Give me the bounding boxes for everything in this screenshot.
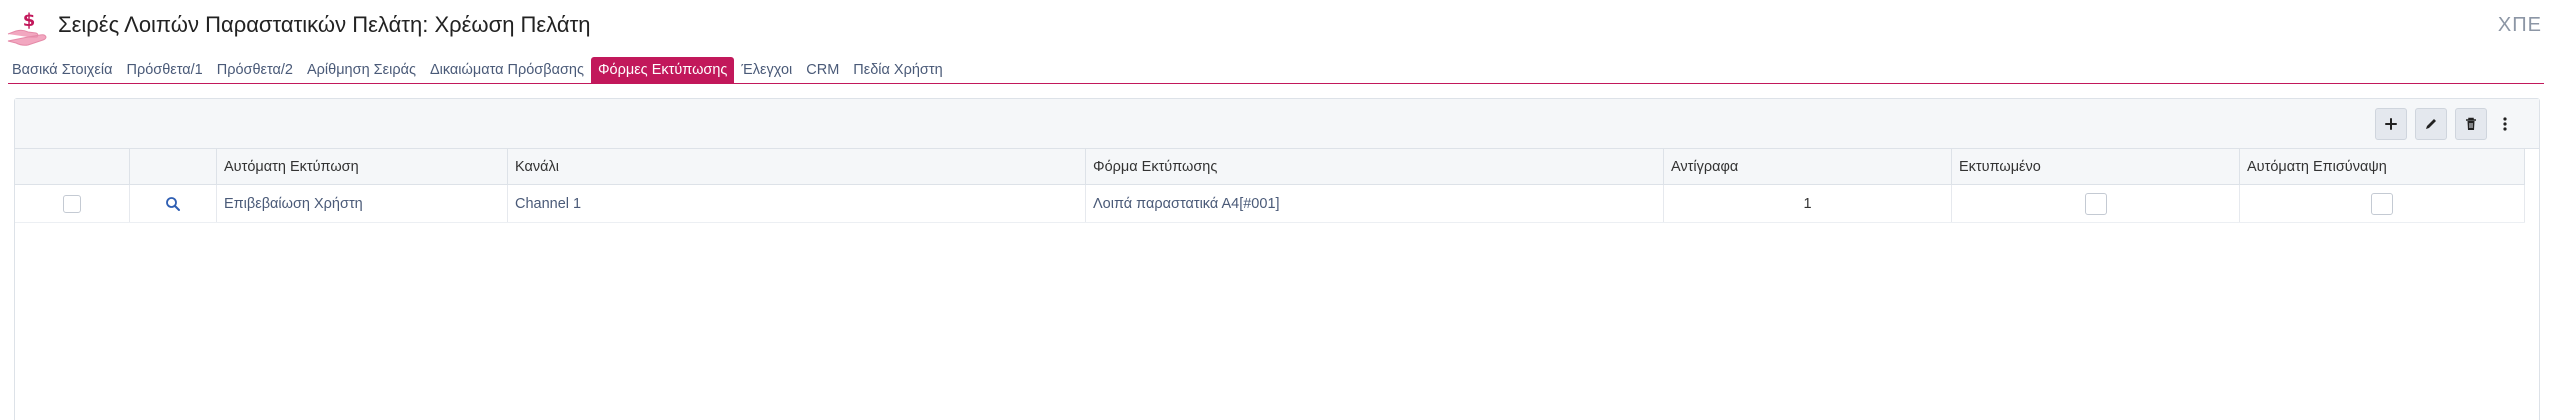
copies-cell[interactable]: 1: [1664, 185, 1952, 222]
auto-attach-cell: [2240, 185, 2525, 222]
trash-icon: [2466, 117, 2476, 130]
tab-crm[interactable]: CRM: [799, 57, 846, 83]
printed-cell: [1952, 185, 2240, 222]
tab-basic-info[interactable]: Βασικά Στοιχεία: [8, 57, 119, 83]
auto-attach-checkbox[interactable]: [2371, 192, 2393, 215]
header-auto-print[interactable]: Αυτόματη Εκτύπωση: [217, 149, 508, 184]
row-lookup-cell: [130, 185, 217, 222]
channel-cell[interactable]: Channel 1: [508, 185, 1086, 222]
tab-access-rights[interactable]: Δικαιώματα Πρόσβασης: [423, 57, 591, 83]
printed-checkbox[interactable]: [2084, 192, 2107, 215]
page-title: Σειρές Λοιπών Παραστατικών Πελάτη: Χρέωσ…: [58, 12, 591, 37]
search-icon[interactable]: [165, 196, 181, 212]
tab-additional-1[interactable]: Πρόσθετα/1: [119, 57, 209, 83]
row-select-cell: [15, 185, 130, 222]
header-select: [15, 149, 130, 184]
tab-additional-2[interactable]: Πρόσθετα/2: [210, 57, 300, 83]
delete-button[interactable]: [2455, 108, 2487, 140]
series-code: ΧΠΕ: [2497, 14, 2542, 36]
edit-button[interactable]: [2415, 108, 2447, 140]
grid-toolbar: [15, 99, 2539, 149]
table-row[interactable]: Επιβεβαίωση Χρήστη Channel 1 Λοιπά παρασ…: [15, 185, 2525, 223]
tab-series-numbering[interactable]: Αρίθμηση Σειράς: [300, 57, 423, 83]
tab-checks[interactable]: Έλεγχοι: [734, 57, 799, 83]
row-select-checkbox[interactable]: [63, 194, 81, 213]
page-header: $ Σειρές Λοιπών Παραστατικών Πελάτη: Χρέ…: [0, 0, 2552, 56]
header-copies[interactable]: Αντίγραφα: [1664, 149, 1952, 184]
print-form-cell[interactable]: Λοιπά παραστατικά Α4[#001]: [1086, 185, 1664, 222]
header-channel[interactable]: Κανάλι: [508, 149, 1086, 184]
svg-text:$: $: [23, 10, 36, 31]
auto-print-cell[interactable]: Επιβεβαίωση Χρήστη: [217, 185, 508, 222]
tab-bar: Βασικά Στοιχεία Πρόσθετα/1 Πρόσθετα/2 Αρ…: [8, 57, 950, 83]
tab-print-forms[interactable]: Φόρμες Εκτύπωσης: [590, 57, 735, 83]
header-print-form[interactable]: Φόρμα Εκτύπωσης: [1086, 149, 1664, 184]
plus-icon: [2385, 118, 2397, 130]
pencil-icon: [2426, 119, 2436, 129]
table-header-row: Αυτόματη Εκτύπωση Κανάλι Φόρμα Εκτύπωσης…: [15, 149, 2525, 185]
tab-user-fields[interactable]: Πεδία Χρήστη: [846, 57, 949, 83]
print-forms-panel: Αυτόματη Εκτύπωση Κανάλι Φόρμα Εκτύπωσης…: [14, 98, 2540, 420]
money-hand-icon: $: [7, 10, 47, 46]
tab-underline: [8, 83, 2544, 84]
header-auto-attach[interactable]: Αυτόματη Επισύναψη: [2240, 149, 2525, 184]
more-options-button[interactable]: [2495, 108, 2515, 140]
header-lookup: [130, 149, 217, 184]
more-vertical-icon: [2503, 117, 2507, 131]
add-button[interactable]: [2375, 108, 2407, 140]
header-printed[interactable]: Εκτυπωμένο: [1952, 149, 2240, 184]
